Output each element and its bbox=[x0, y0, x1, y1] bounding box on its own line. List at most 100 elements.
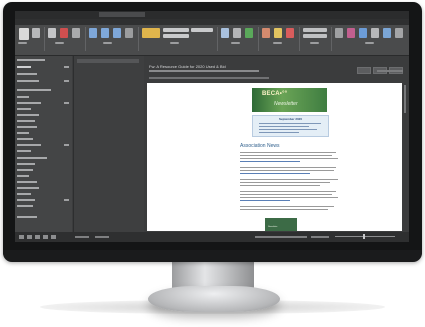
onenote-icon[interactable] bbox=[245, 28, 253, 38]
body-text-line bbox=[240, 206, 334, 207]
view-buttons[interactable] bbox=[311, 236, 329, 238]
email-body: BECA•°° Newsletter September 2020 Associ… bbox=[147, 83, 402, 231]
reply-icon[interactable] bbox=[89, 28, 97, 38]
search-mailbox-input[interactable] bbox=[77, 59, 139, 63]
zoom-slider-knob[interactable] bbox=[363, 234, 365, 239]
body-text-line bbox=[240, 167, 336, 168]
newsletter-banner: BECA•°° Newsletter bbox=[252, 88, 327, 112]
ribbon-separator bbox=[331, 27, 332, 51]
folder-item[interactable] bbox=[17, 181, 37, 183]
zoom-slider[interactable] bbox=[335, 236, 395, 237]
folder-item[interactable] bbox=[17, 138, 33, 140]
scrollbar-thumb[interactable] bbox=[404, 85, 406, 113]
address-book-icon[interactable] bbox=[303, 34, 327, 38]
title-bar bbox=[15, 11, 409, 25]
newsletter-title: Newsletter bbox=[274, 101, 298, 107]
rules-icon[interactable] bbox=[233, 28, 241, 38]
ribbon-separator bbox=[217, 27, 218, 51]
read-aloud-icon[interactable] bbox=[335, 28, 343, 38]
folder-item[interactable] bbox=[17, 144, 41, 146]
reply-button[interactable] bbox=[357, 67, 371, 74]
new-email-icon[interactable] bbox=[19, 28, 29, 40]
forward-icon[interactable] bbox=[113, 28, 121, 38]
archive-icon[interactable] bbox=[72, 28, 80, 38]
quick-step-item[interactable] bbox=[163, 28, 189, 32]
search-people-box[interactable] bbox=[303, 28, 327, 32]
unread-read-icon[interactable] bbox=[262, 28, 270, 38]
delete-icon[interactable] bbox=[60, 28, 68, 38]
body-text-line bbox=[240, 158, 338, 159]
folder-item[interactable] bbox=[17, 132, 29, 134]
quick-step-item[interactable] bbox=[163, 34, 189, 38]
ribbon-group-label bbox=[170, 42, 179, 44]
ribbon-more-icon[interactable] bbox=[395, 28, 403, 38]
folder-item[interactable] bbox=[17, 114, 39, 116]
categorize-icon[interactable] bbox=[274, 28, 282, 38]
body-text-line bbox=[240, 170, 334, 171]
folder-item[interactable] bbox=[17, 150, 31, 152]
folder-item-inbox[interactable] bbox=[17, 66, 31, 68]
calendar-nav-icon[interactable] bbox=[27, 235, 32, 239]
folder-item[interactable] bbox=[17, 120, 35, 122]
folder-item[interactable] bbox=[17, 126, 37, 128]
issue-link[interactable] bbox=[259, 126, 309, 127]
body-link[interactable] bbox=[240, 161, 300, 162]
ribbon-group-label bbox=[273, 42, 282, 44]
more-respond-icon[interactable] bbox=[125, 28, 133, 38]
folder-item[interactable] bbox=[17, 102, 41, 104]
folder-item[interactable] bbox=[17, 187, 39, 189]
body-link[interactable] bbox=[240, 200, 290, 201]
more-nav-icon[interactable] bbox=[51, 235, 56, 239]
issue-link[interactable] bbox=[259, 123, 321, 124]
unread-count-badge bbox=[64, 80, 69, 82]
newsletter-thumbnail-image[interactable]: Newsletter bbox=[265, 218, 297, 231]
folder-item[interactable] bbox=[17, 163, 35, 165]
body-text-line bbox=[240, 191, 336, 192]
issue-link[interactable] bbox=[259, 129, 317, 130]
add-ins-icon[interactable] bbox=[347, 28, 355, 38]
folder-item[interactable] bbox=[17, 96, 29, 98]
ribbon-group-label bbox=[103, 42, 112, 44]
issue-date: September 2020 bbox=[278, 117, 302, 121]
move-icon[interactable] bbox=[221, 28, 229, 38]
tell-me-search-box[interactable] bbox=[99, 12, 145, 17]
folder-item[interactable] bbox=[17, 108, 31, 110]
folder-item[interactable] bbox=[17, 80, 39, 82]
folder-item[interactable] bbox=[17, 73, 37, 75]
account-header[interactable] bbox=[17, 89, 51, 91]
ignore-icon[interactable] bbox=[48, 28, 56, 38]
quick-steps-icon[interactable] bbox=[142, 28, 160, 38]
issue-link[interactable] bbox=[259, 132, 299, 133]
folder-item[interactable] bbox=[17, 205, 33, 207]
items-count bbox=[75, 236, 89, 238]
account-header[interactable] bbox=[17, 157, 47, 159]
info-bar[interactable] bbox=[149, 77, 269, 79]
get-addins-icon[interactable] bbox=[383, 28, 391, 38]
reply-all-icon[interactable] bbox=[101, 28, 109, 38]
folder-item[interactable] bbox=[17, 175, 29, 177]
sent-date bbox=[377, 70, 403, 72]
unread-count-badge bbox=[64, 199, 69, 201]
tasks-nav-icon[interactable] bbox=[43, 235, 48, 239]
newsletter-thumbnail-caption: Newsletter bbox=[268, 226, 278, 228]
people-nav-icon[interactable] bbox=[35, 235, 40, 239]
body-text-line bbox=[240, 209, 328, 210]
insights-icon[interactable] bbox=[359, 28, 367, 38]
translate-icon[interactable] bbox=[371, 28, 379, 38]
body-link[interactable] bbox=[240, 173, 310, 174]
folder-item[interactable] bbox=[17, 199, 35, 201]
newsletter-logo: BECA•°° bbox=[262, 91, 288, 97]
folder-item[interactable] bbox=[17, 59, 45, 61]
reading-pane-scrollbar[interactable] bbox=[403, 83, 407, 231]
folder-item[interactable] bbox=[17, 169, 33, 171]
new-items-icon[interactable] bbox=[32, 28, 40, 38]
quick-access-toolbar bbox=[19, 12, 49, 25]
follow-up-icon[interactable] bbox=[286, 28, 294, 38]
quick-step-item[interactable] bbox=[191, 28, 213, 32]
mail-nav-icon[interactable] bbox=[19, 235, 24, 239]
body-text-line bbox=[240, 185, 320, 186]
folder-item[interactable] bbox=[17, 193, 31, 195]
folder-item[interactable] bbox=[17, 216, 37, 218]
email-subject: Fw: A Resource Guide for 2020 Used & Bid bbox=[149, 64, 226, 69]
ribbon-group-label bbox=[365, 42, 374, 44]
